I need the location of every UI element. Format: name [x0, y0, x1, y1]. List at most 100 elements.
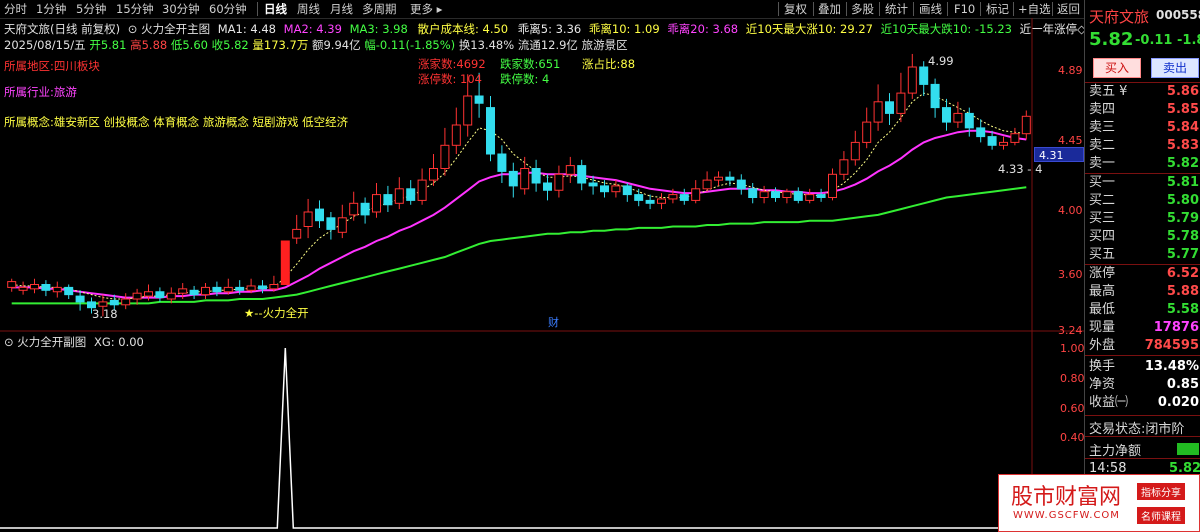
stat2-row: 净资 0.85	[1085, 376, 1200, 394]
xg-signal-line	[0, 347, 1032, 529]
candle-body	[303, 211, 313, 227]
tab-1min[interactable]: 1分钟	[36, 2, 66, 16]
candle-body	[121, 298, 131, 306]
btn-fuquan[interactable]: 复权	[784, 2, 807, 16]
candle-body	[657, 198, 666, 204]
sub-indicator-chart[interactable]: ⊙ 火力全开副图 XG: 0.00 1.00 0.80 0.60 0.40	[0, 332, 1085, 532]
candle-body	[759, 191, 769, 198]
candle-body	[132, 292, 142, 300]
candle-body	[999, 141, 1008, 146]
candle-body	[611, 185, 621, 193]
tab-daily[interactable]: 日线	[264, 2, 287, 16]
stat-value: 5.88	[1166, 284, 1199, 299]
bid-value: 5.79	[1166, 211, 1199, 226]
bid-row: 买三 5.79	[1085, 210, 1200, 228]
tab-60min[interactable]: 60分钟	[209, 2, 247, 16]
quote-panel: 天府文旅 000558 5.82 -0.11 -1.85 买入 卖出 卖五 ¥ 5…	[1084, 0, 1200, 532]
btn-overlay[interactable]: 叠加	[818, 2, 841, 16]
candle-body	[668, 194, 678, 200]
tab-multi-period[interactable]: 多周期	[362, 2, 397, 16]
candle-body	[417, 179, 427, 201]
stock-name: 天府文旅	[1089, 8, 1150, 26]
stat2-label: 收益㈠	[1089, 395, 1129, 410]
tab-5min[interactable]: 5分钟	[76, 2, 106, 16]
stat-row: 外盘 784595	[1085, 337, 1200, 355]
up-ratio: 涨占比:88	[582, 57, 636, 71]
candle-body	[497, 153, 507, 172]
candle-body	[873, 101, 883, 123]
candle-body	[451, 124, 461, 146]
btn-f10[interactable]: F10	[954, 2, 975, 16]
stat-row: 涨停 6.52	[1085, 265, 1200, 283]
candle-body	[269, 284, 279, 290]
tab-fenshi[interactable]: 分时	[4, 2, 27, 16]
candle-body	[189, 289, 199, 296]
candle-body	[816, 194, 826, 199]
bid-value: 5.78	[1166, 229, 1199, 244]
bid-value: 5.81	[1166, 175, 1199, 190]
finance-marker[interactable]: 财	[548, 314, 559, 330]
candle-body	[1021, 115, 1031, 135]
ma-green-line	[11, 186, 1027, 305]
watermark-title: 股市财富网	[1011, 485, 1122, 510]
sub-axis-tick: 0.40	[1060, 431, 1085, 444]
buy-button[interactable]: 买入	[1093, 58, 1141, 78]
stat-label: 最高	[1089, 284, 1116, 299]
bid-row: 买四 5.78	[1085, 228, 1200, 246]
candle-body	[41, 284, 51, 291]
ask-label: 卖一	[1089, 156, 1116, 171]
candle-body	[166, 292, 176, 300]
candle-body	[736, 179, 746, 190]
stat-label: 外盘	[1089, 338, 1116, 353]
range-label: 4.33 - 4	[998, 162, 1043, 176]
candle-body	[7, 281, 17, 288]
candle-body	[634, 194, 644, 201]
stat-label: 涨停	[1089, 266, 1116, 281]
candle-body	[987, 136, 997, 146]
btn-back[interactable]: 返回	[1057, 2, 1080, 16]
ask-label: 卖二	[1089, 138, 1116, 153]
ask-row: 卖一 5.82	[1085, 155, 1200, 173]
btn-multi-stock[interactable]: 多股	[851, 2, 874, 16]
ask-row: 卖四 5.85	[1085, 101, 1200, 119]
stat-label: 最低	[1089, 302, 1116, 317]
sub-axis-tick: 0.80	[1060, 372, 1085, 385]
candle-body	[953, 112, 963, 123]
ask-value: 5.83	[1166, 138, 1199, 153]
sell-button[interactable]: 卖出	[1151, 58, 1199, 78]
candle-body	[246, 285, 256, 291]
stat2-value: 13.48%	[1144, 359, 1199, 374]
candle-body	[235, 286, 245, 291]
candle-body	[52, 286, 62, 293]
candle-body	[155, 291, 165, 299]
main-kline-chart[interactable]: 天府文旅(日线 前复权) ⊙ 火力全开主图 MA1: 4.48 MA2: 4.3…	[0, 18, 1086, 337]
btn-mark[interactable]: 标记	[986, 2, 1009, 16]
candle-body	[862, 121, 872, 143]
btn-add-favorite[interactable]: +自选	[1018, 2, 1051, 16]
candle-body	[691, 188, 701, 201]
candle-body	[964, 112, 974, 129]
candle-body	[885, 101, 894, 114]
btn-draw-line[interactable]: 画线	[919, 2, 942, 16]
candle-body	[144, 291, 153, 297]
tab-15min[interactable]: 15分钟	[116, 2, 154, 16]
candle-body	[919, 66, 929, 85]
tab-monthly[interactable]: 月线	[330, 2, 353, 16]
candle-body	[839, 159, 849, 175]
candle-body	[463, 95, 473, 126]
candle-body	[976, 127, 986, 138]
candle-body	[64, 286, 74, 296]
ask-value: 5.86	[1166, 84, 1199, 99]
tab-more[interactable]: 更多 ▸	[410, 2, 442, 16]
tab-30min[interactable]: 30分钟	[162, 2, 200, 16]
stat2-value: 0.85	[1166, 377, 1199, 392]
btn-stats[interactable]: 统计	[885, 2, 908, 16]
tab-weekly[interactable]: 周线	[297, 2, 320, 16]
candle-body	[474, 95, 484, 104]
limit-down-count: 跌停数: 4	[500, 72, 550, 86]
candle-body	[531, 168, 541, 184]
candle-body	[258, 285, 267, 290]
candle-body	[406, 188, 416, 201]
candle-body	[178, 288, 188, 294]
candle-body	[828, 173, 837, 199]
